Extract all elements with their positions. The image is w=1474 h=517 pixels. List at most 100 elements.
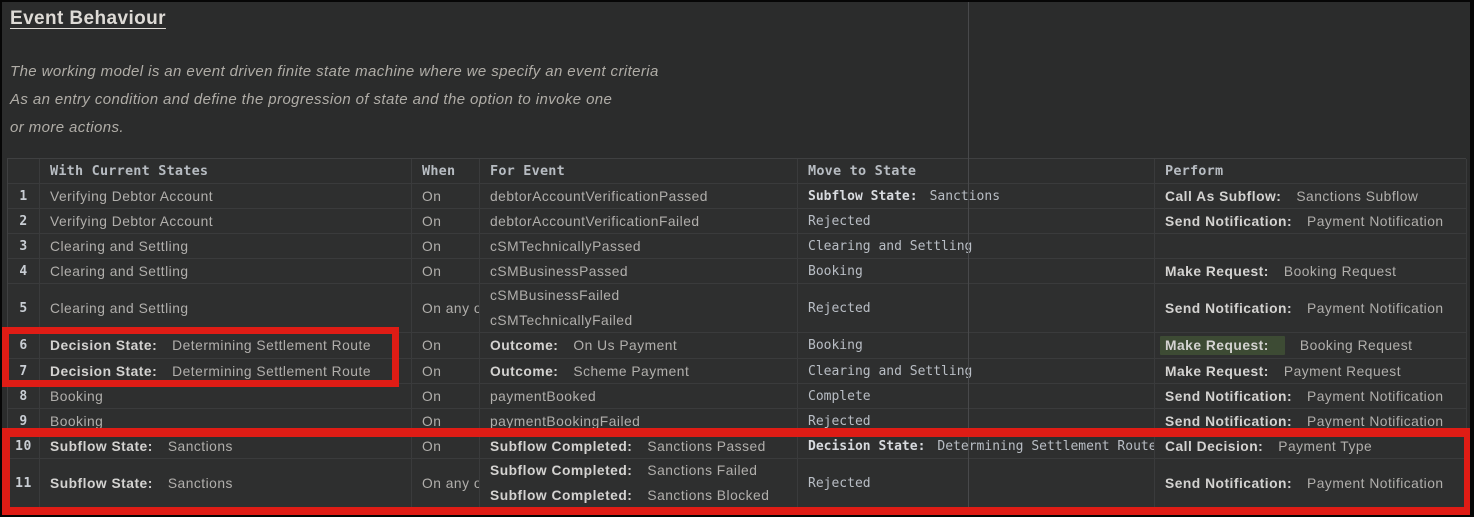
- cell-event-row-2: debtorAccountVerificationFailed: [480, 209, 798, 234]
- page: Event Behaviour The working model is an …: [0, 0, 1474, 517]
- red-annotation-box-rows-10-11: [1, 428, 1473, 516]
- cell-perform-row-6: Make Request: Booking Request: [1155, 333, 1467, 359]
- row-number: 1: [8, 184, 40, 209]
- cell-event-row-3: cSMTechnicallyPassed: [480, 234, 798, 259]
- cell-value: On: [422, 214, 441, 229]
- cell-value: On: [422, 189, 441, 204]
- cell-value: Payment Notification: [1307, 214, 1444, 229]
- cell-label: Send Notification:: [1165, 214, 1292, 229]
- cell-line: cSMTechnicallyPassed: [490, 234, 791, 258]
- cell-event-row-5: cSMBusinessFailed cSMTechnicallyFailed: [480, 284, 798, 333]
- cell-value: Complete: [808, 389, 871, 404]
- row-number: 4: [8, 259, 40, 284]
- cell-value: Booking Request: [1300, 338, 1413, 353]
- cell-line: Booking: [50, 384, 405, 408]
- column-header-label: Move to State: [808, 159, 1148, 183]
- intro-paragraph: The working model is an event driven fin…: [10, 58, 790, 142]
- intro-line-3: or more actions.: [10, 114, 790, 142]
- cell-value: debtorAccountVerificationFailed: [490, 214, 700, 229]
- cell-perform-row-1: Call As Subflow:Sanctions Subflow: [1155, 184, 1467, 209]
- cell-current-row-4: Clearing and Settling: [40, 259, 412, 284]
- cell-line: Rejected: [808, 296, 1148, 321]
- cell-line: Clearing and Settling: [50, 296, 405, 321]
- cell-line: Booking: [808, 259, 1148, 283]
- cell-line: Booking: [808, 333, 1148, 358]
- cell-when-row-4: On: [412, 259, 480, 284]
- cell-when-row-1: On: [412, 184, 480, 209]
- cell-line: Send Notification:Payment Notification: [1165, 296, 1460, 321]
- cell-value: Booking: [808, 338, 863, 353]
- cell-value: Clearing and Settling: [808, 239, 972, 254]
- cell-line: paymentBooked: [490, 384, 791, 408]
- column-header-move-to-state: Move to State: [798, 159, 1155, 184]
- cell-value: cSMBusinessFailed: [490, 288, 620, 303]
- cell-label: Outcome:: [490, 364, 558, 379]
- cell-line: Clearing and Settling: [50, 234, 405, 258]
- column-header-label: Perform: [1165, 159, 1460, 183]
- cell-line: cSMBusinessFailed: [490, 284, 791, 308]
- cell-perform-row-4: Make Request:Booking Request: [1155, 259, 1467, 284]
- cell-current-row-2: Verifying Debtor Account: [40, 209, 412, 234]
- cell-current-row-1: Verifying Debtor Account: [40, 184, 412, 209]
- intro-line-2: As an entry condition and define the pro…: [10, 86, 790, 114]
- cell-line: Outcome:On Us Payment: [490, 333, 791, 358]
- cell-value: cSMTechnicallyFailed: [490, 313, 633, 328]
- window-edge-left: [0, 0, 2, 517]
- cell-event-row-4: cSMBusinessPassed: [480, 259, 798, 284]
- cell-current-row-5: Clearing and Settling: [40, 284, 412, 333]
- cell-value: On: [422, 338, 441, 353]
- column-header-with-current-states: With Current States: [40, 159, 412, 184]
- cell-line: Make Request:Booking Request: [1165, 333, 1460, 358]
- cell-move-row-3: Clearing and Settling: [798, 234, 1155, 259]
- cell-value: Rejected: [808, 301, 871, 316]
- cell-line: Verifying Debtor Account: [50, 209, 405, 233]
- column-header-row-number: [8, 159, 40, 184]
- cell-line: cSMBusinessPassed: [490, 259, 791, 283]
- cell-move-row-1: Subflow State:Sanctions: [798, 184, 1155, 209]
- cell-label: Make Request:: [1160, 336, 1285, 355]
- intro-line-1: The working model is an event driven fin…: [10, 58, 790, 86]
- cell-value: Verifying Debtor Account: [50, 189, 213, 204]
- cell-line: Call As Subflow:Sanctions Subflow: [1165, 184, 1460, 208]
- cell-when-row-5: On any of: [412, 284, 480, 333]
- page-title: Event Behaviour: [10, 8, 166, 30]
- cell-value: paymentBookingFailed: [490, 414, 640, 429]
- cell-value: debtorAccountVerificationPassed: [490, 189, 708, 204]
- cell-line: Make Request:Payment Request: [1165, 359, 1460, 383]
- cell-line: On any of: [422, 296, 473, 321]
- cell-value: Sanctions: [930, 189, 1000, 204]
- cell-event-row-8: paymentBooked: [480, 384, 798, 409]
- cell-value: Rejected: [808, 414, 871, 429]
- cell-line: On: [422, 333, 473, 358]
- column-header-label: For Event: [490, 159, 791, 183]
- cell-label: Send Notification:: [1165, 414, 1292, 429]
- cell-line: Subflow State:Sanctions: [808, 184, 1148, 208]
- cell-perform-row-8: Send Notification:Payment Notification: [1155, 384, 1467, 409]
- cell-value: Booking: [50, 389, 103, 404]
- cell-event-row-6: Outcome:On Us Payment: [480, 333, 798, 359]
- cell-perform-row-5: Send Notification:Payment Notification: [1155, 284, 1467, 333]
- cell-value: Booking: [808, 264, 863, 279]
- cell-value: cSMBusinessPassed: [490, 264, 628, 279]
- cell-value: Booking: [50, 414, 103, 429]
- column-header-perform: Perform: [1155, 159, 1467, 184]
- row-number: 3: [8, 234, 40, 259]
- cell-line: debtorAccountVerificationPassed: [490, 184, 791, 208]
- cell-value: On: [422, 364, 441, 379]
- cell-current-row-8: Booking: [40, 384, 412, 409]
- cell-line: On: [422, 359, 473, 383]
- cell-line: Clearing and Settling: [50, 259, 405, 283]
- cell-current-row-3: Clearing and Settling: [40, 234, 412, 259]
- cell-line: Make Request:Booking Request: [1165, 259, 1460, 283]
- cell-label: Send Notification:: [1165, 301, 1292, 316]
- cell-line: Outcome:Scheme Payment: [490, 359, 791, 383]
- row-number: 8: [8, 384, 40, 409]
- cell-line: On: [422, 209, 473, 233]
- cell-line: On: [422, 384, 473, 408]
- cell-line: On: [422, 234, 473, 258]
- cell-perform-row-3: [1155, 234, 1467, 259]
- cell-value: On: [422, 414, 441, 429]
- cell-value: On Us Payment: [573, 338, 677, 353]
- window-edge-right: [1470, 0, 1474, 517]
- cell-line: debtorAccountVerificationFailed: [490, 209, 791, 233]
